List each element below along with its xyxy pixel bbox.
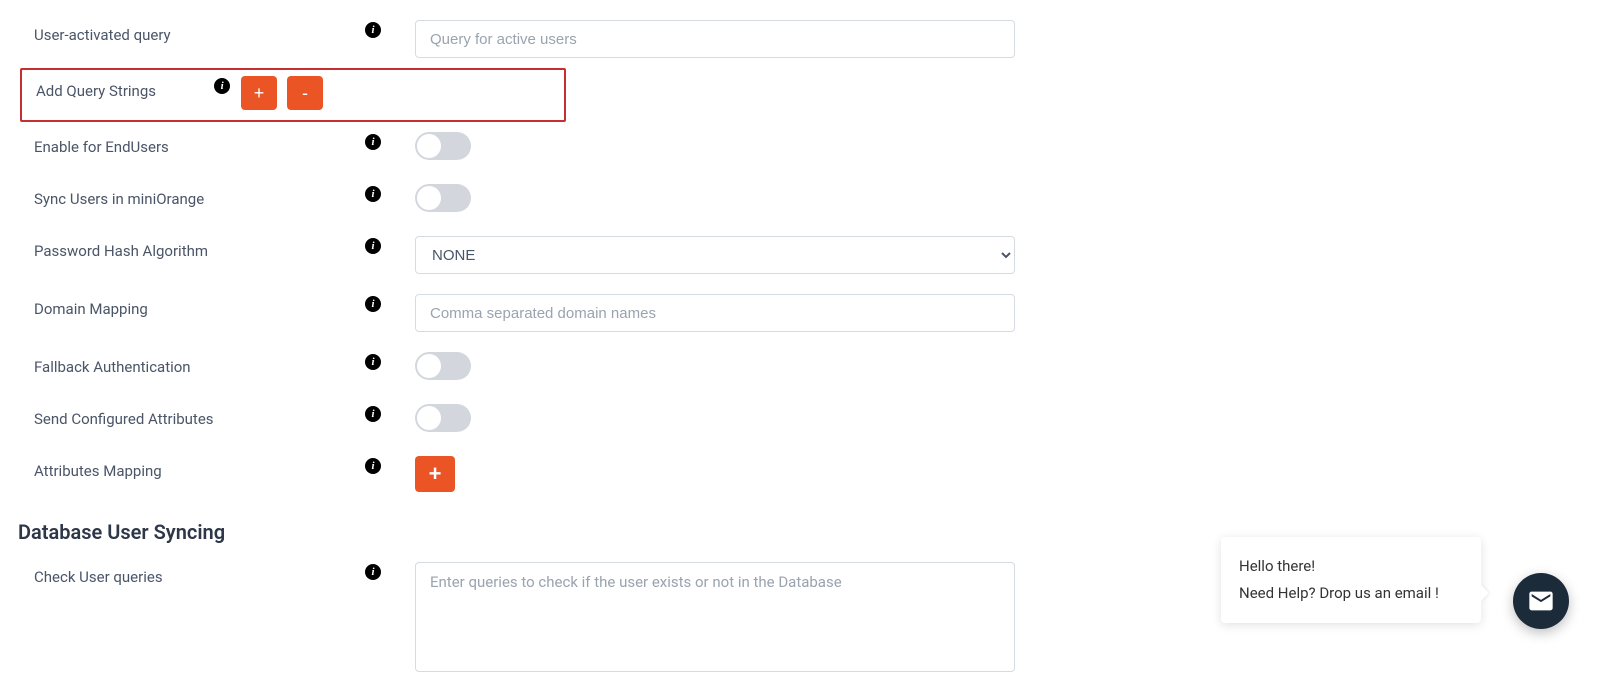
send-attrs-toggle[interactable] <box>415 404 471 432</box>
sync-users-toggle[interactable] <box>415 184 471 212</box>
label-fallback-auth: Fallback Authentication <box>0 352 365 376</box>
help-chat-popup: Hello there! Need Help? Drop us an email… <box>1221 537 1481 623</box>
label-password-hash: Password Hash Algorithm <box>0 236 365 260</box>
info-icon[interactable]: i <box>365 22 381 38</box>
mail-icon <box>1527 587 1555 615</box>
info-icon[interactable]: i <box>365 406 381 422</box>
row-fallback-auth: Fallback Authentication i <box>0 342 1607 394</box>
remove-query-string-button[interactable]: - <box>287 76 323 110</box>
info-icon[interactable]: i <box>365 354 381 370</box>
label-add-query-strings: Add Query Strings <box>22 76 214 100</box>
add-query-string-button[interactable]: + <box>241 76 277 110</box>
info-icon[interactable]: i <box>365 134 381 150</box>
row-add-query-strings: Add Query Strings i + - <box>20 68 566 122</box>
info-icon[interactable]: i <box>365 458 381 474</box>
info-icon[interactable]: i <box>365 238 381 254</box>
row-user-activated-query: User-activated query i <box>0 10 1607 68</box>
password-hash-select[interactable]: NONE <box>415 236 1015 274</box>
row-attr-mapping: Attributes Mapping i + <box>0 446 1607 502</box>
add-attribute-mapping-button[interactable]: + <box>415 456 455 492</box>
info-icon[interactable]: i <box>365 564 381 580</box>
info-icon[interactable]: i <box>214 78 230 94</box>
row-password-hash: Password Hash Algorithm i NONE <box>0 226 1607 284</box>
info-icon[interactable]: i <box>365 186 381 202</box>
row-send-attrs: Send Configured Attributes i <box>0 394 1607 446</box>
row-sync-users: Sync Users in miniOrange i <box>0 174 1607 226</box>
label-check-user-queries: Check User queries <box>0 562 365 586</box>
label-sync-users: Sync Users in miniOrange <box>0 184 365 208</box>
info-icon[interactable]: i <box>365 296 381 312</box>
check-user-queries-textarea[interactable] <box>415 562 1015 672</box>
help-chat-button[interactable] <box>1513 573 1569 629</box>
user-activated-query-input[interactable] <box>415 20 1015 58</box>
label-send-attrs: Send Configured Attributes <box>0 404 365 428</box>
enable-endusers-toggle[interactable] <box>415 132 471 160</box>
fallback-auth-toggle[interactable] <box>415 352 471 380</box>
label-attr-mapping: Attributes Mapping <box>0 456 365 480</box>
label-enable-endusers: Enable for EndUsers <box>0 132 365 156</box>
domain-mapping-input[interactable] <box>415 294 1015 332</box>
row-enable-endusers: Enable for EndUsers i <box>0 122 1607 174</box>
label-domain-mapping: Domain Mapping <box>0 294 365 318</box>
row-domain-mapping: Domain Mapping i <box>0 284 1607 342</box>
label-user-activated-query: User-activated query <box>0 20 365 44</box>
help-chat-line1: Hello there! <box>1239 553 1463 580</box>
help-chat-line2: Need Help? Drop us an email ! <box>1239 580 1463 607</box>
